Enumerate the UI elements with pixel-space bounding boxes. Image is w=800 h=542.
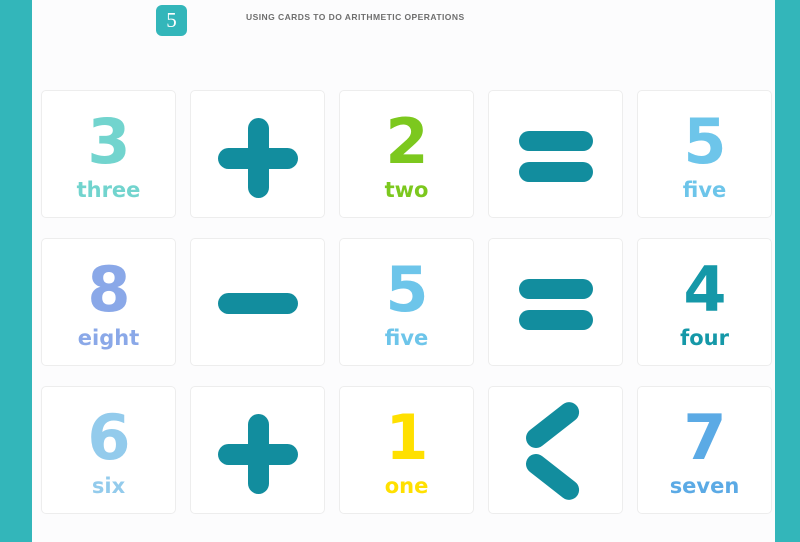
card-four[interactable]: 4 four: [637, 238, 772, 366]
minus-icon: [215, 259, 301, 345]
card-two[interactable]: 2 two: [339, 90, 474, 218]
page-surface: 5 USING CARDS TO DO ARITHMETIC OPERATION…: [32, 0, 775, 542]
card-word-label: seven: [669, 473, 740, 498]
card-grid: 3 three 2 two 5 five 8 eight 5 five 4 four 6 six 1 one 7…: [41, 90, 772, 514]
card-digit: 5: [385, 253, 428, 327]
card-digit: 8: [87, 253, 130, 327]
card-plus-2[interactable]: [190, 386, 325, 514]
section-number-badge: 5: [156, 5, 187, 36]
card-digit: 1: [385, 401, 428, 475]
card-word-label: six: [91, 473, 126, 498]
equals-icon: [513, 111, 599, 197]
card-less-than[interactable]: [488, 386, 623, 514]
right-teal-rail: [775, 0, 800, 542]
card-five-1[interactable]: 5 five: [637, 90, 772, 218]
card-minus[interactable]: [190, 238, 325, 366]
card-plus-1[interactable]: [190, 90, 325, 218]
card-digit: 2: [385, 105, 428, 179]
card-one[interactable]: 1 one: [339, 386, 474, 514]
less-than-icon: [513, 398, 599, 504]
page-title: USING CARDS TO DO ARITHMETIC OPERATIONS: [246, 12, 465, 22]
card-word-label: eight: [77, 325, 140, 350]
card-digit: 5: [683, 105, 726, 179]
card-word-label: five: [384, 325, 429, 350]
card-eight[interactable]: 8 eight: [41, 238, 176, 366]
page-header: 5 USING CARDS TO DO ARITHMETIC OPERATION…: [32, 0, 775, 40]
card-five-2[interactable]: 5 five: [339, 238, 474, 366]
card-three[interactable]: 3 three: [41, 90, 176, 218]
card-word-label: two: [384, 177, 429, 202]
card-equals-2[interactable]: [488, 238, 623, 366]
equals-icon: [513, 259, 599, 345]
card-word-label: four: [680, 325, 729, 350]
card-equals-1[interactable]: [488, 90, 623, 218]
plus-icon: [215, 407, 301, 494]
card-digit: 7: [683, 401, 726, 475]
card-digit: 3: [87, 105, 130, 179]
plus-icon: [215, 111, 301, 198]
card-digit: 6: [87, 401, 130, 475]
card-word-label: three: [76, 177, 141, 202]
card-word-label: five: [682, 177, 727, 202]
card-digit: 4: [683, 253, 726, 327]
card-seven[interactable]: 7 seven: [637, 386, 772, 514]
card-six[interactable]: 6 six: [41, 386, 176, 514]
card-word-label: one: [384, 473, 429, 498]
left-teal-rail: [0, 0, 32, 542]
